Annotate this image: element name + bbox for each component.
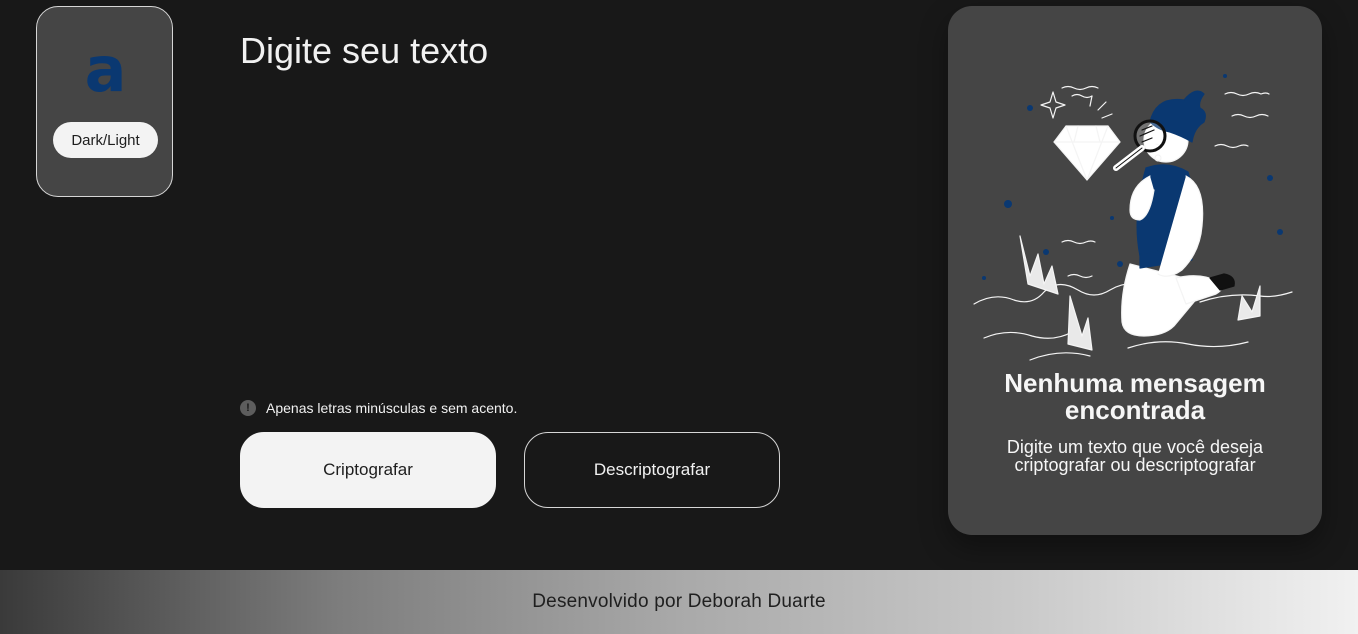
output-title: Nenhuma mensagem encontrada	[1004, 368, 1266, 425]
alura-logo-icon: a	[84, 33, 127, 106]
message-input[interactable]	[240, 30, 880, 370]
input-hint: ! Apenas letras minúsculas e sem acento.	[240, 399, 517, 417]
footer: Desenvolvido por Deborah Duarte	[0, 570, 1358, 634]
footer-credit: Desenvolvido por Deborah Duarte	[532, 591, 826, 612]
person-with-magnifying-glass-illustration	[973, 74, 1293, 361]
output-subtitle: Digite um texto que você deseja criptogr…	[1006, 437, 1264, 475]
logo-card: a Dark/Light	[36, 6, 173, 197]
exclamation-circle-icon: !	[240, 400, 256, 416]
encrypt-button[interactable]: Criptografar	[240, 432, 496, 508]
output-panel: Nenhuma mensagem encontrada Digite um te…	[948, 6, 1322, 535]
decrypt-button[interactable]: Descriptografar	[524, 432, 780, 508]
hint-text: Apenas letras minúsculas e sem acento.	[266, 400, 518, 416]
theme-toggle-button[interactable]: Dark/Light	[53, 122, 158, 158]
